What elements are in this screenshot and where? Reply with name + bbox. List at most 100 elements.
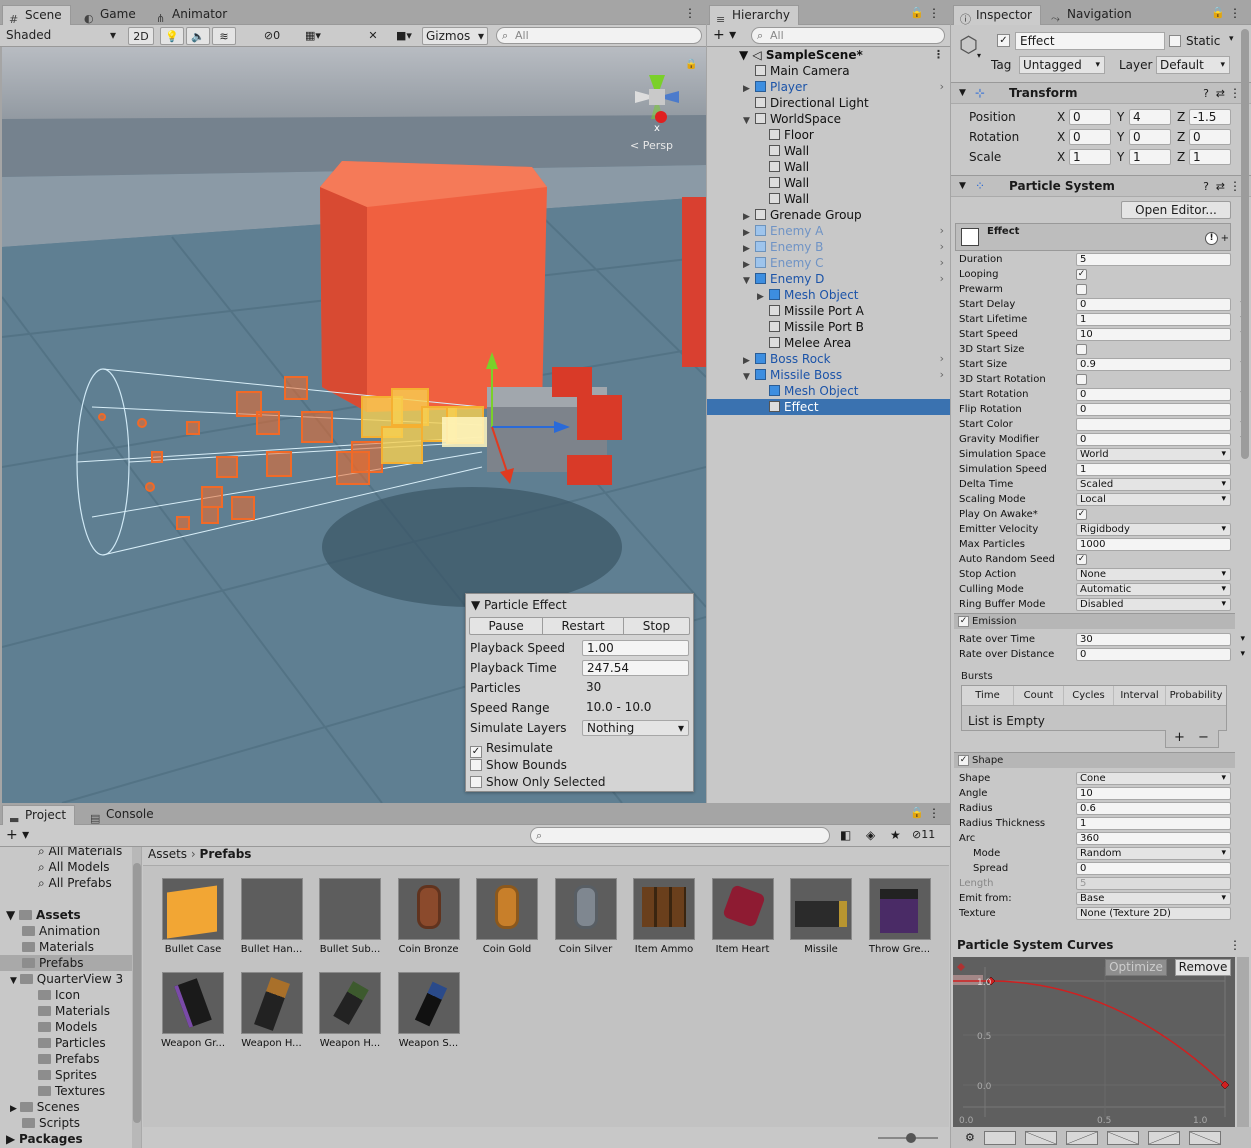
field-input[interactable]: 1000: [1076, 538, 1231, 551]
remove-burst-button[interactable]: −: [1198, 730, 1209, 745]
tab-menu-icon[interactable]: ⋮: [928, 806, 940, 820]
project-search-input[interactable]: [530, 827, 830, 844]
folder-tree-item[interactable]: Sprites: [0, 1067, 132, 1083]
asset-item[interactable]: Item Ammo: [628, 878, 700, 955]
hierarchy-item[interactable]: Effect: [707, 399, 950, 415]
asset-item[interactable]: Weapon H...: [236, 972, 308, 1049]
favorites-icon[interactable]: ★: [890, 828, 901, 842]
preset-icon[interactable]: ⇄: [1216, 83, 1225, 104]
field-input[interactable]: 1: [1076, 817, 1231, 830]
hierarchy-item[interactable]: Main Camera: [707, 63, 950, 79]
help-icon[interactable]: ?: [1203, 176, 1209, 197]
help-icon[interactable]: ?: [1203, 83, 1209, 104]
folder-tree-item[interactable]: Models: [0, 1019, 132, 1035]
folder-tree-item[interactable]: ▼ Assets: [0, 907, 132, 923]
grid-toggle-icon[interactable]: ▦▾: [296, 27, 330, 45]
open-prefab-arrow-icon[interactable]: ›: [940, 79, 944, 95]
particle-system-header[interactable]: ▼ ⁘ Particle System ? ⇄ ⋮: [951, 175, 1251, 197]
hierarchy-item[interactable]: Floor: [707, 127, 950, 143]
folder-tree-item[interactable]: Materials: [0, 939, 132, 955]
hierarchy-item[interactable]: ▼ WorldSpace: [707, 111, 950, 127]
rate-over-distance-field[interactable]: 0: [1076, 648, 1231, 661]
component-menu-icon[interactable]: ⋮: [1229, 83, 1241, 104]
lock-icon[interactable]: 🔒: [1211, 6, 1225, 19]
hierarchy-item[interactable]: ▶ Player ›: [707, 79, 950, 95]
asset-item[interactable]: Bullet Case: [157, 878, 229, 955]
transform-x-field[interactable]: 0: [1069, 109, 1111, 125]
field-dropdown[interactable]: World: [1076, 448, 1231, 461]
field-input[interactable]: 5: [1076, 253, 1231, 266]
field-input[interactable]: 1: [1076, 313, 1231, 326]
search-by-label-icon[interactable]: ◈: [866, 828, 875, 842]
folder-tree-item[interactable]: Textures: [0, 1083, 132, 1099]
asset-item[interactable]: Bullet Han...: [236, 878, 308, 955]
effects-toggle-icon[interactable]: ≋: [212, 27, 236, 45]
curve-preset-flat-icon[interactable]: [983, 1130, 1016, 1145]
expand-arrow-icon[interactable]: ▼: [10, 976, 20, 986]
remove-curve-button[interactable]: Remove: [1175, 959, 1231, 976]
transform-x-field[interactable]: 1: [1069, 149, 1111, 165]
inspector-scrollbar[interactable]: [1241, 29, 1249, 459]
transform-header[interactable]: ▼ ⊹ Transform ? ⇄ ⋮: [951, 82, 1251, 104]
toggle-2d-button[interactable]: 2D: [128, 27, 154, 45]
asset-item[interactable]: Weapon S...: [393, 972, 465, 1049]
tools-icon[interactable]: ✕: [362, 27, 384, 45]
open-prefab-arrow-icon[interactable]: ›: [940, 351, 944, 367]
field-checkbox[interactable]: ✓: [1076, 509, 1087, 520]
hierarchy-item[interactable]: Wall: [707, 159, 950, 175]
create-button[interactable]: + ▾: [713, 27, 736, 43]
curve-mode-dropdown-icon[interactable]: ▾: [1240, 632, 1245, 647]
folder-tree-item[interactable]: ⌕ All Materials: [0, 847, 132, 859]
gameobject-icon-dropdown[interactable]: ▾: [977, 51, 981, 60]
open-prefab-arrow-icon[interactable]: ›: [940, 255, 944, 271]
hierarchy-item[interactable]: ▶ Grenade Group: [707, 207, 950, 223]
asset-item[interactable]: Bullet Sub...: [314, 878, 386, 955]
shading-dropdown[interactable]: Shaded ▾: [2, 27, 120, 45]
tab-inspector[interactable]: ⓘ Inspector: [953, 5, 1041, 26]
stop-button[interactable]: Stop: [624, 618, 689, 634]
texture-object-field[interactable]: None (Texture 2D): [1076, 907, 1231, 920]
folder-tree-item[interactable]: Prefabs: [0, 955, 132, 971]
curves-menu-icon[interactable]: ⋮: [1229, 938, 1241, 952]
static-checkbox[interactable]: [1169, 35, 1181, 47]
hierarchy-item[interactable]: Directional Light: [707, 95, 950, 111]
add-module-icon[interactable]: +: [1221, 233, 1229, 244]
folder-tree-item[interactable]: ▼ QuarterView 3: [0, 971, 132, 987]
hierarchy-item[interactable]: Wall: [707, 175, 950, 191]
shape-enabled-checkbox[interactable]: ✓: [958, 755, 969, 766]
asset-item[interactable]: Throw Gre...: [864, 878, 936, 955]
asset-item[interactable]: Weapon H...: [314, 972, 386, 1049]
open-prefab-arrow-icon[interactable]: ›: [940, 271, 944, 287]
transform-y-field[interactable]: 1: [1129, 149, 1171, 165]
field-input[interactable]: [1076, 418, 1231, 431]
curves-graph[interactable]: 1.0 0.5 0.0 0.0 0.5 1.0 Optimize Remove: [953, 957, 1235, 1127]
tab-scene[interactable]: # Scene: [2, 5, 71, 26]
tab-console[interactable]: ▤ Console: [84, 805, 162, 825]
curve-settings-icon[interactable]: ⚙: [965, 1131, 975, 1144]
tab-game[interactable]: ◐ Game: [78, 5, 144, 25]
pause-button[interactable]: Pause: [470, 618, 544, 634]
tab-menu-icon[interactable]: ⋮: [684, 6, 696, 20]
field-dropdown[interactable]: Random: [1076, 847, 1231, 860]
transform-x-field[interactable]: 0: [1069, 129, 1111, 145]
resimulate-row[interactable]: ✓ Resimulate: [470, 739, 689, 758]
folder-tree-item[interactable]: Materials: [0, 1003, 132, 1019]
scene-root-row[interactable]: ▼ ◁ SampleScene* ⋮: [707, 47, 950, 63]
tab-hierarchy[interactable]: ≡ Hierarchy: [709, 5, 800, 26]
zoom-slider[interactable]: [878, 1133, 938, 1143]
hierarchy-item[interactable]: ▶ Enemy C ›: [707, 255, 950, 271]
static-dropdown-icon[interactable]: ▾: [1229, 34, 1234, 44]
field-input[interactable]: 360: [1076, 832, 1231, 845]
field-checkbox[interactable]: ✓: [1076, 554, 1087, 565]
field-input[interactable]: 10: [1076, 328, 1231, 341]
folder-tree-item[interactable]: Prefabs: [0, 1051, 132, 1067]
show-only-selected-row[interactable]: Show Only Selected: [470, 773, 689, 791]
add-burst-button[interactable]: +: [1174, 730, 1185, 745]
warning-icon[interactable]: !: [1205, 232, 1218, 245]
hierarchy-item[interactable]: ▶ Mesh Object: [707, 287, 950, 303]
tab-project[interactable]: ▬ Project: [2, 805, 76, 826]
field-input[interactable]: 0.9: [1076, 358, 1231, 371]
hidden-objects-button[interactable]: ⊘0: [256, 27, 288, 45]
simulate-layers-dropdown[interactable]: Nothing ▾: [582, 720, 689, 736]
field-dropdown[interactable]: Disabled: [1076, 598, 1231, 611]
